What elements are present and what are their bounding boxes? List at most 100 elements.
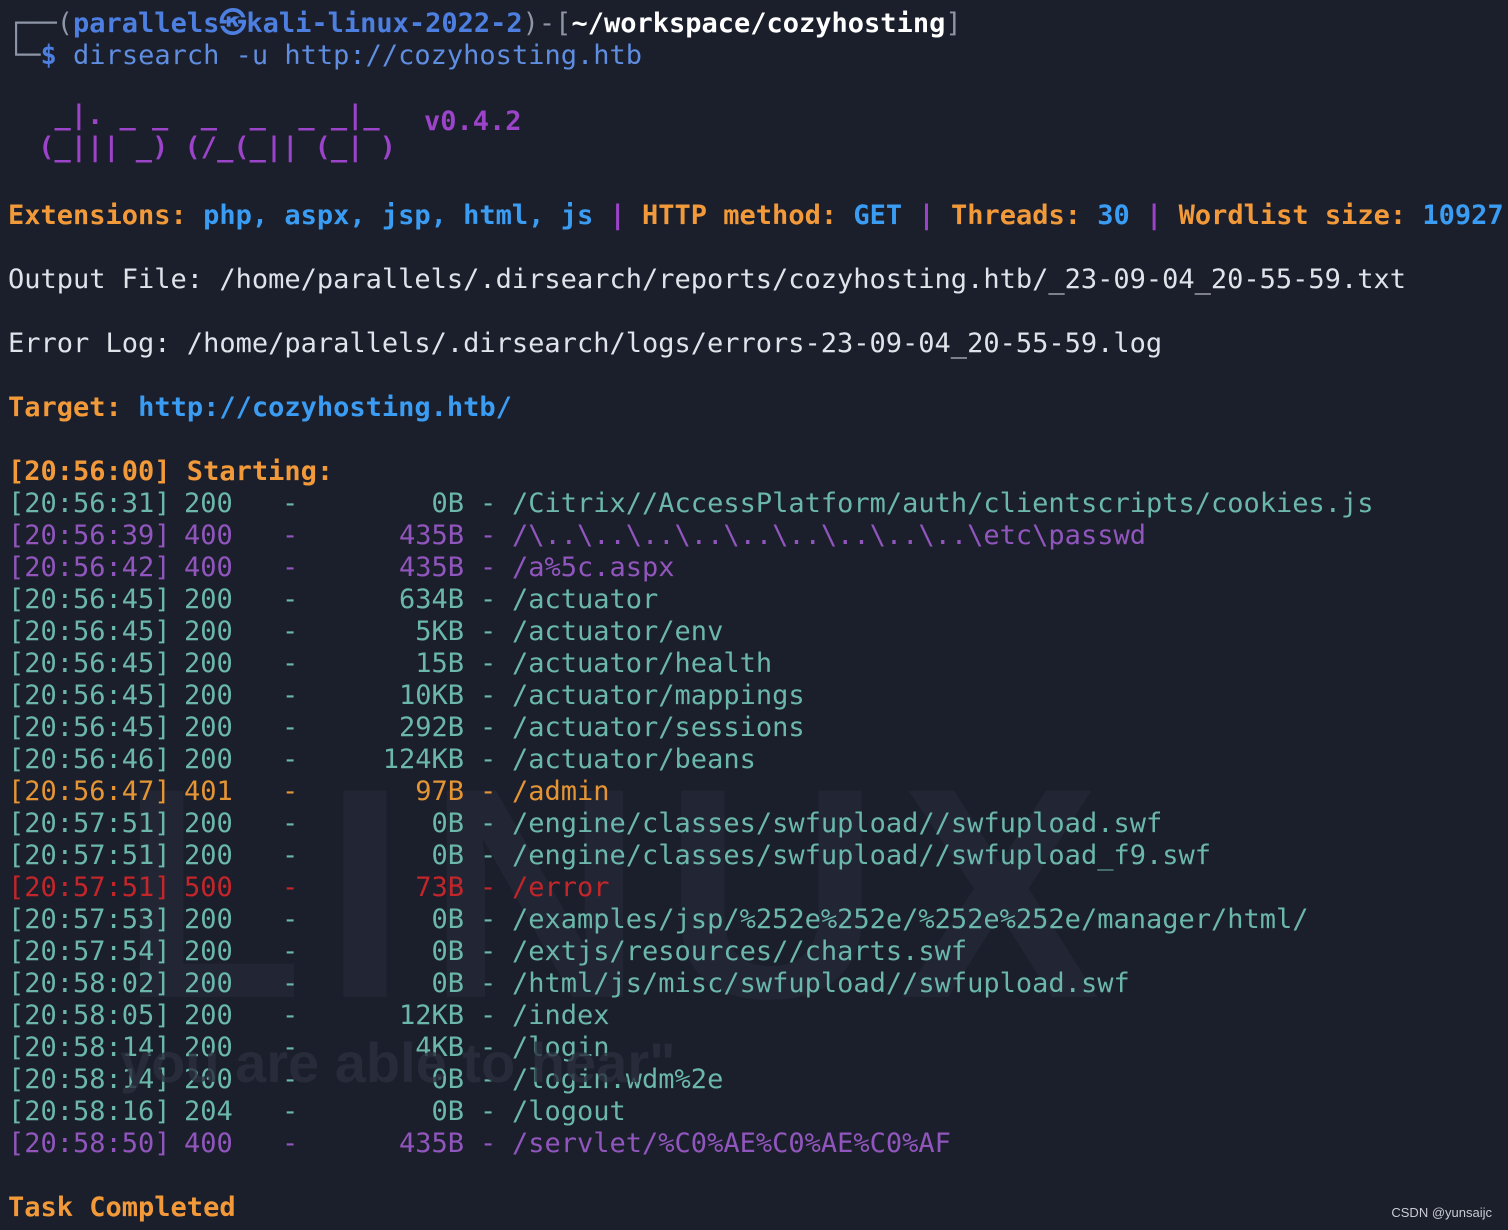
result-size: 97B	[415, 776, 464, 807]
separator-pipe: |	[609, 200, 626, 231]
result-row: [20:56:31] 200-0B -/Citrix//AccessPlatform…	[8, 488, 1374, 520]
result-size: 435B	[398, 552, 464, 583]
result-size: 0B	[431, 840, 464, 871]
result-row: [20:57:51] 500-73B -/error	[8, 872, 610, 904]
result-path: /extjs/resources//charts.swf	[512, 936, 968, 967]
result-status: 500	[184, 872, 233, 903]
result-dash: -	[282, 1096, 299, 1127]
result-row: [20:56:39] 400-435B -/\..\..\..\..\..\..\.…	[8, 520, 1146, 552]
result-status: 204	[184, 1096, 233, 1127]
result-size: 10KB	[398, 680, 464, 711]
result-dash: -	[282, 1128, 299, 1159]
result-time: [20:58:50]	[8, 1128, 171, 1159]
result-path: /admin	[512, 776, 610, 807]
result-dash: -	[480, 872, 497, 903]
result-status: 400	[184, 1128, 233, 1159]
result-path: /logout	[512, 1096, 626, 1127]
result-time: [20:58:16]	[8, 1096, 171, 1127]
separator-pipe: |	[918, 200, 935, 231]
result-size: 12KB	[398, 1000, 464, 1031]
result-row: [20:56:45] 200-15B -/actuator/health	[8, 648, 772, 680]
result-dash: -	[282, 808, 299, 839]
http-method-label: HTTP method:	[642, 200, 838, 231]
result-dash: -	[480, 968, 497, 999]
result-status: 400	[184, 520, 233, 551]
result-size: 0B	[431, 904, 464, 935]
result-dash: -	[282, 616, 299, 647]
wordlist-label: Wordlist size:	[1178, 200, 1407, 231]
prompt-dollar: $	[40, 40, 57, 71]
result-dash: -	[480, 488, 497, 519]
prompt-frame-top: ┌──(	[8, 8, 74, 39]
result-dash: -	[282, 968, 299, 999]
result-time: [20:56:39]	[8, 520, 171, 551]
result-dash: -	[282, 520, 299, 551]
result-dash: -	[480, 1128, 497, 1159]
result-dash: -	[480, 680, 497, 711]
result-time: [20:57:54]	[8, 936, 171, 967]
result-time: [20:56:45]	[8, 680, 171, 711]
result-size: 634B	[398, 584, 464, 615]
result-dash: -	[480, 1000, 497, 1031]
result-time: [20:58:05]	[8, 1000, 171, 1031]
output-file-line: Output File: /home/parallels/.dirsearch/…	[8, 264, 1406, 295]
result-path: /index	[512, 1000, 610, 1031]
result-path: /a%5c.aspx	[512, 552, 675, 583]
result-dash: -	[282, 936, 299, 967]
result-status: 200	[184, 680, 233, 711]
result-row: [20:56:45] 200-634B -/actuator	[8, 584, 658, 616]
result-row: [20:58:02] 200-0B -/html/js/misc/swfupload…	[8, 968, 1130, 1000]
extensions-value: php, aspx, jsp, html, js	[203, 200, 594, 231]
result-dash: -	[480, 840, 497, 871]
background-slogan-watermark: you are able to hear"	[120, 1031, 676, 1094]
extensions-label: Extensions:	[8, 200, 187, 231]
result-size: 435B	[398, 1128, 464, 1159]
result-path: /actuator/beans	[512, 744, 756, 775]
result-status: 200	[184, 1000, 233, 1031]
result-dash: -	[282, 872, 299, 903]
result-path: /actuator/sessions	[512, 712, 805, 743]
prompt-user-host: parallels㉿kali-linux-2022-2	[73, 8, 523, 39]
threads-value: 30	[1097, 200, 1130, 231]
result-dash: -	[480, 712, 497, 743]
result-dash: -	[480, 744, 497, 775]
separator-pipe: |	[1146, 200, 1163, 231]
result-status: 401	[184, 776, 233, 807]
result-status: 200	[184, 744, 233, 775]
dirsearch-ascii-banner: _|. _ _ _ _ _ _|_ (_||| _) (/_(_|| (_| )	[22, 100, 396, 164]
result-row: [20:58:05] 200-12KB -/index	[8, 1000, 610, 1032]
target-line: Target: http://cozyhosting.htb/	[8, 392, 512, 424]
banner-line-2: (_||| _) (/_(_|| (_| )	[22, 132, 396, 163]
prompt-header: ┌──(parallels㉿kali-linux-2022-2)-[~/work…	[8, 8, 962, 40]
result-path: /Citrix//AccessPlatform/auth/clientscrip…	[512, 488, 1374, 519]
result-size: 292B	[398, 712, 464, 743]
terminal-window[interactable]: LINUX ┌──(parallels㉿kali-linux-2022-2)-[…	[0, 0, 1508, 1230]
result-size: 0B	[431, 808, 464, 839]
result-row: [20:56:45] 200-5KB -/actuator/env	[8, 616, 723, 648]
result-dash: -	[480, 1096, 497, 1127]
result-path: /servlet/%C0%AE%C0%AE%C0%AF	[512, 1128, 951, 1159]
result-path: /html/js/misc/swfupload//swfupload.swf	[512, 968, 1130, 999]
result-size: 73B	[415, 872, 464, 903]
result-path: /engine/classes/swfupload//swfupload.swf	[512, 808, 1163, 839]
result-time: [20:57:53]	[8, 904, 171, 935]
result-dash: -	[282, 840, 299, 871]
result-path: /error	[512, 872, 610, 903]
prompt-frame-bottom: └─	[8, 40, 41, 71]
prompt-path: ~/workspace/cozyhosting	[571, 8, 946, 39]
result-time: [20:56:45]	[8, 584, 171, 615]
result-time: [20:56:45]	[8, 616, 171, 647]
result-dash: -	[282, 712, 299, 743]
result-status: 200	[184, 904, 233, 935]
result-time: [20:56:31]	[8, 488, 171, 519]
result-status: 200	[184, 968, 233, 999]
result-time: [20:57:51]	[8, 840, 171, 871]
result-dash: -	[480, 552, 497, 583]
result-path: /actuator/env	[512, 616, 724, 647]
target-url: http://cozyhosting.htb/	[138, 392, 512, 423]
result-time: [20:56:45]	[8, 648, 171, 679]
result-dash: -	[480, 584, 497, 615]
result-dash: -	[282, 904, 299, 935]
wordlist-value: 10927	[1422, 200, 1504, 231]
http-method-value: GET	[853, 200, 903, 231]
